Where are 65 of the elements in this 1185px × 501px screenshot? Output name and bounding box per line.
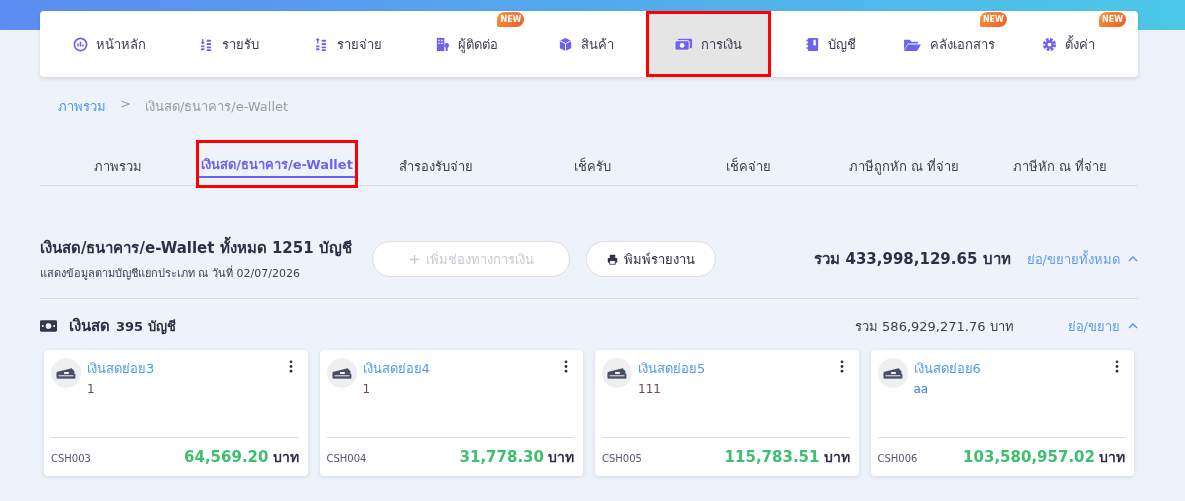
account-amount: 115,783.51 [724,448,820,466]
more-menu-icon[interactable] [1115,360,1119,373]
chevron-icon [1128,323,1138,329]
summary-title: เงินสด/ธนาคาร/e-Wallet ทั้งหมด 1251 บัญชี [40,236,352,260]
summary-subtitle: แสดงข้อมูลตามบัญชีแยกประเภท ณ วันที่ 02/07/2026 [40,264,301,282]
nav-item[interactable]: สินค้า [526,11,646,77]
nav-item[interactable]: NEW ตั้งค่า [1008,11,1128,77]
tab[interactable]: สำรองรับจ่าย [358,147,514,185]
plus-icon [408,253,420,265]
nav-item[interactable]: หน้าหลัก [50,11,170,77]
currency-label: บาท [823,448,850,467]
chevron-icon [1128,256,1138,262]
cash-stack-icon [602,358,632,388]
account-code: CSH003 [51,453,92,464]
account-note: aa [913,382,929,396]
section-title: เงินสด [69,316,110,337]
nav-item[interactable]: รายรับ [169,11,289,77]
nav-item[interactable]: การเงิน [645,11,771,77]
tab[interactable]: เช็ครับ [514,147,670,185]
currency-label: บาท [1099,448,1125,467]
more-menu-icon[interactable] [288,360,293,373]
building-icon [435,36,451,52]
stack-up-icon [313,36,329,52]
account-note: 1 [87,382,95,396]
printer-icon [607,253,618,265]
breadcrumb-text: เงินสด/ธนาคาร/e-Wallet [144,98,289,116]
grand-total: รวม 433,998,129.65 บาท [814,249,1011,270]
more-menu-icon[interactable] [564,360,568,373]
section-total: รวม 586,929,271.76 บาท [854,317,1014,336]
currency-label: บาท [272,448,299,467]
account-note: 1 [362,382,371,396]
print-report-button[interactable]: พิมพ์รายงาน [586,241,716,277]
notebook-icon [804,36,820,52]
stack-down-icon [198,36,214,52]
breadcrumb-text: > [120,96,131,113]
cash-icon [40,320,57,332]
nav-item[interactable]: NEW คลังเอกสาร [889,11,1009,77]
tab[interactable]: ภาพรวม [40,147,196,185]
nav-item[interactable]: บัญชี [770,11,890,77]
account-code: CSH004 [326,453,368,464]
account-note: 111 [638,382,661,396]
tab[interactable]: ภาษีถูกหัก ณ ที่จ่าย [826,147,982,185]
tab[interactable]: เช็คจ่าย [670,147,826,185]
new-badge: NEW [1099,12,1126,27]
more-menu-icon[interactable] [839,360,844,373]
account-code: CSH006 [877,453,919,464]
account-count: 395 บัญชี [116,317,176,337]
cash-stack-icon [326,358,357,388]
new-badge: NEW [497,12,525,27]
money-icon [674,36,694,52]
account-amount: 64,569.20 [184,448,269,466]
new-badge: NEW [979,12,1007,27]
account-amount: 103,580,957.02 [963,448,1095,466]
currency-label: บาท [548,448,574,467]
tab[interactable]: เงินสด/ธนาคาร/e-Wallet [196,140,358,188]
nav-item[interactable]: NEW ผู้ติดต่อ [407,11,527,77]
cash-stack-icon [51,358,81,388]
cash-stack-icon [877,358,908,388]
nav-item[interactable]: รายจ่าย [288,11,408,77]
chart-icon [73,36,89,52]
tab[interactable]: ภาษีหัก ณ ที่จ่าย [982,147,1138,185]
gear-icon [1041,36,1057,52]
cube-icon [558,36,573,52]
account-code: CSH005 [602,453,643,464]
account-amount: 31,778.30 [459,448,544,466]
